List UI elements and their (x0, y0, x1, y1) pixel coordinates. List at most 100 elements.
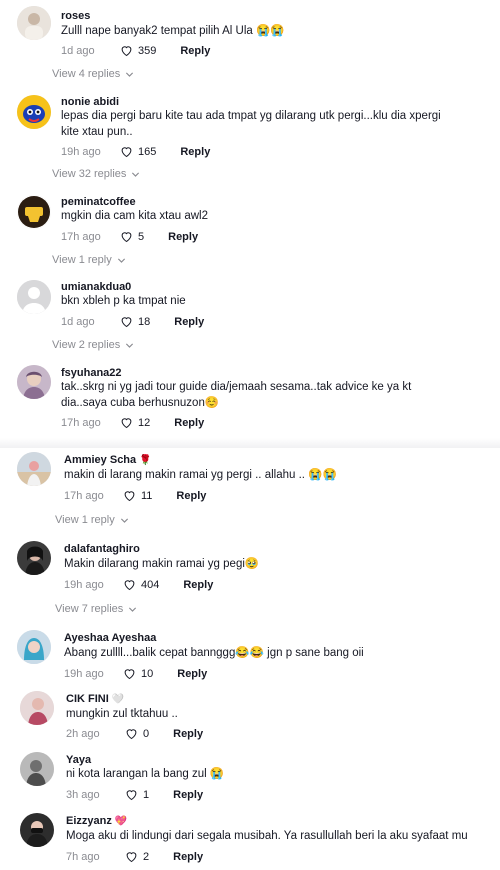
white-heart-emoji: 🤍 (111, 694, 125, 705)
avatar[interactable] (20, 752, 54, 786)
view-replies-button[interactable]: View 32 replies (52, 168, 140, 180)
comment-text: Zulll nape banyak2 tempat pilih Al Ula 😭… (61, 25, 285, 37)
username[interactable]: Ayeshaa Ayeshaa (64, 632, 156, 644)
chevron-down-icon (132, 171, 140, 177)
heart-icon (121, 418, 132, 429)
username[interactable]: umianakdua0 (61, 281, 131, 293)
username[interactable]: roses (61, 10, 90, 22)
like-button[interactable]: 11 (122, 488, 152, 503)
view-replies-button[interactable]: View 1 reply (52, 254, 126, 266)
avatar[interactable] (17, 452, 51, 486)
timestamp: 1d ago (61, 315, 95, 328)
like-count: 404 (141, 578, 160, 591)
username-text: Eizzyanz (66, 815, 112, 827)
heart-icon (126, 852, 137, 863)
comment-meta: 3h ago 1 Reply (66, 787, 203, 802)
heart-icon (126, 729, 137, 740)
username[interactable]: dalafantaghiro (64, 543, 140, 555)
view-replies-button[interactable]: View 2 replies (52, 339, 134, 351)
like-count: 10 (141, 667, 154, 680)
timestamp: 7h ago (66, 850, 100, 863)
heart-icon (121, 46, 132, 57)
comment-text: ni kota larangan la bang zul 😭 (66, 768, 225, 780)
like-count: 18 (138, 315, 151, 328)
like-button[interactable]: 1 (124, 787, 149, 802)
chevron-down-icon (129, 606, 137, 612)
like-button[interactable]: 359 (119, 43, 156, 58)
like-button[interactable]: 10 (122, 666, 153, 681)
avatar[interactable] (17, 195, 51, 229)
avatar-image (17, 365, 51, 399)
username[interactable]: Ammiey Scha 🌹 (64, 454, 152, 466)
heart-icon (124, 580, 135, 591)
like-button[interactable]: 404 (122, 577, 159, 592)
timestamp: 19h ago (64, 667, 104, 680)
username[interactable]: fsyuhana22 (61, 367, 122, 379)
like-count: 2 (143, 850, 150, 863)
avatar[interactable] (17, 541, 51, 575)
username-text: CIK FINI (66, 693, 109, 705)
heart-icon (124, 669, 135, 680)
like-button[interactable]: 18 (119, 314, 150, 329)
avatar[interactable] (20, 691, 54, 725)
view-replies-label: View 4 replies (52, 68, 121, 80)
username-text: Ammiey Scha (64, 454, 137, 466)
avatar[interactable] (17, 280, 51, 314)
reply-button[interactable]: Reply (174, 417, 204, 429)
heart-icon (121, 317, 132, 328)
comment-text: makin di larang makin ramai yg pergi .. … (64, 469, 337, 481)
username[interactable]: Yaya (66, 754, 91, 766)
avatar-image (17, 630, 51, 664)
comment-meta: 19h ago 165 Reply (61, 144, 210, 159)
view-replies-button[interactable]: View 7 replies (55, 603, 137, 615)
like-button[interactable]: 5 (119, 229, 144, 244)
avatar[interactable] (17, 6, 51, 40)
rose-emoji: 🌹 (139, 455, 152, 466)
like-count: 0 (143, 727, 150, 740)
reply-button[interactable]: Reply (174, 316, 204, 328)
reply-button[interactable]: Reply (180, 45, 210, 57)
reply-button[interactable]: Reply (173, 789, 203, 801)
avatar[interactable] (17, 95, 51, 129)
like-button[interactable]: 165 (119, 144, 156, 159)
like-button[interactable]: 0 (124, 726, 149, 741)
view-replies-button[interactable]: View 4 replies (52, 68, 134, 80)
timestamp: 19h ago (64, 578, 104, 591)
username[interactable]: Eizzyanz 💖 (66, 815, 127, 827)
comment-text: Moga aku di lindungi dari segala musibah… (66, 830, 468, 842)
view-replies-button[interactable]: View 1 reply (55, 514, 129, 526)
reply-button[interactable]: Reply (173, 728, 203, 740)
timestamp: 2h ago (66, 727, 100, 740)
chevron-down-icon (120, 517, 128, 523)
avatar[interactable] (17, 630, 51, 664)
like-count: 12 (138, 416, 151, 429)
timestamp: 17h ago (64, 489, 104, 502)
avatar[interactable] (20, 813, 54, 847)
avatar[interactable] (17, 365, 51, 399)
comment-text: Makin dilarang makin ramai yg pegi🥹 (64, 558, 260, 570)
comment-text: bkn xbleh p ka tmpat nie (61, 295, 186, 307)
reply-button[interactable]: Reply (176, 490, 206, 502)
view-replies-label: View 32 replies (52, 168, 127, 180)
username[interactable]: CIK FINI 🤍 (66, 693, 124, 705)
reply-button[interactable]: Reply (173, 851, 203, 863)
like-button[interactable]: 2 (124, 849, 149, 864)
comment-meta: 19h ago 10 Reply (64, 666, 207, 681)
view-replies-label: View 7 replies (55, 603, 124, 615)
comment-meta: 19h ago 404 Reply (64, 577, 213, 592)
comment-text: mgkin dia cam kita xtau awl2 (61, 210, 209, 222)
chevron-down-icon (126, 342, 134, 348)
comment-meta: 17h ago 12 Reply (61, 415, 204, 430)
default-user-icon (17, 280, 51, 314)
reply-button[interactable]: Reply (168, 231, 198, 243)
username[interactable]: peminatcoffee (61, 196, 136, 208)
comment-meta: 2h ago 0 Reply (66, 726, 203, 741)
like-button[interactable]: 12 (119, 415, 150, 430)
like-count: 5 (138, 230, 145, 243)
reply-button[interactable]: Reply (177, 668, 207, 680)
reply-button[interactable]: Reply (183, 579, 213, 591)
avatar-image (17, 452, 51, 486)
reply-button[interactable]: Reply (180, 146, 210, 158)
username[interactable]: nonie abidi (61, 96, 119, 108)
comment-meta: 1d ago 18 Reply (61, 314, 204, 329)
